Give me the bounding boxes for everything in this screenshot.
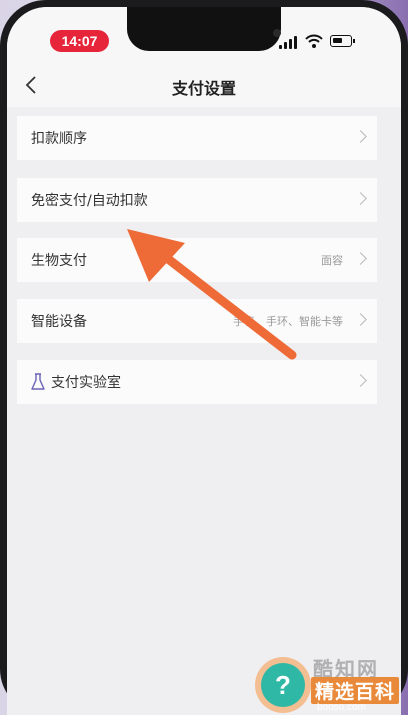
settings-row-password-free-payment[interactable]: 免密支付/自动扣款 — [17, 178, 377, 222]
battery-icon — [330, 35, 355, 47]
nav-bar: 支付设置 — [7, 63, 401, 107]
row-value: 手表、手环、智能卡等 — [233, 315, 343, 328]
notch — [127, 7, 281, 51]
chevron-right-icon — [354, 313, 367, 326]
settings-row-deduction-order[interactable]: 扣款顺序 — [17, 116, 377, 160]
row-label: 生物支付 — [31, 253, 87, 269]
settings-row-payment-lab[interactable]: 支付实验室 — [17, 360, 377, 404]
row-label: 扣款顺序 — [31, 131, 87, 147]
wifi-icon — [305, 34, 323, 48]
watermark: 酷知网 ? 精选百科 booso.com — [251, 649, 401, 715]
signal-icon — [279, 35, 299, 49]
battery-level — [333, 38, 342, 43]
screen: 14:07 支付设置 扣款顺序 免密支付/自动扣款 生物支付 面容 智能设备 手… — [7, 7, 401, 715]
chevron-right-icon — [354, 374, 367, 387]
watermark-main-text: 精选百科 — [311, 677, 400, 704]
flask-icon — [31, 373, 45, 390]
status-time: 14:07 — [50, 30, 109, 52]
chevron-right-icon — [354, 252, 367, 265]
row-value: 面容 — [321, 254, 343, 267]
chevron-right-icon — [354, 130, 367, 143]
row-label: 免密支付/自动扣款 — [31, 193, 148, 209]
watermark-sub-text: booso.com — [317, 702, 366, 713]
page-title: 支付设置 — [171, 79, 236, 98]
row-label: 智能设备 — [31, 314, 87, 330]
settings-row-smart-devices[interactable]: 智能设备 手表、手环、智能卡等 — [17, 299, 377, 343]
row-label: 支付实验室 — [51, 375, 121, 391]
settings-row-biometric-payment[interactable]: 生物支付 面容 — [17, 238, 377, 282]
chevron-right-icon — [354, 192, 367, 205]
question-icon: ? — [261, 663, 305, 707]
status-bar: 14:07 — [7, 7, 401, 63]
